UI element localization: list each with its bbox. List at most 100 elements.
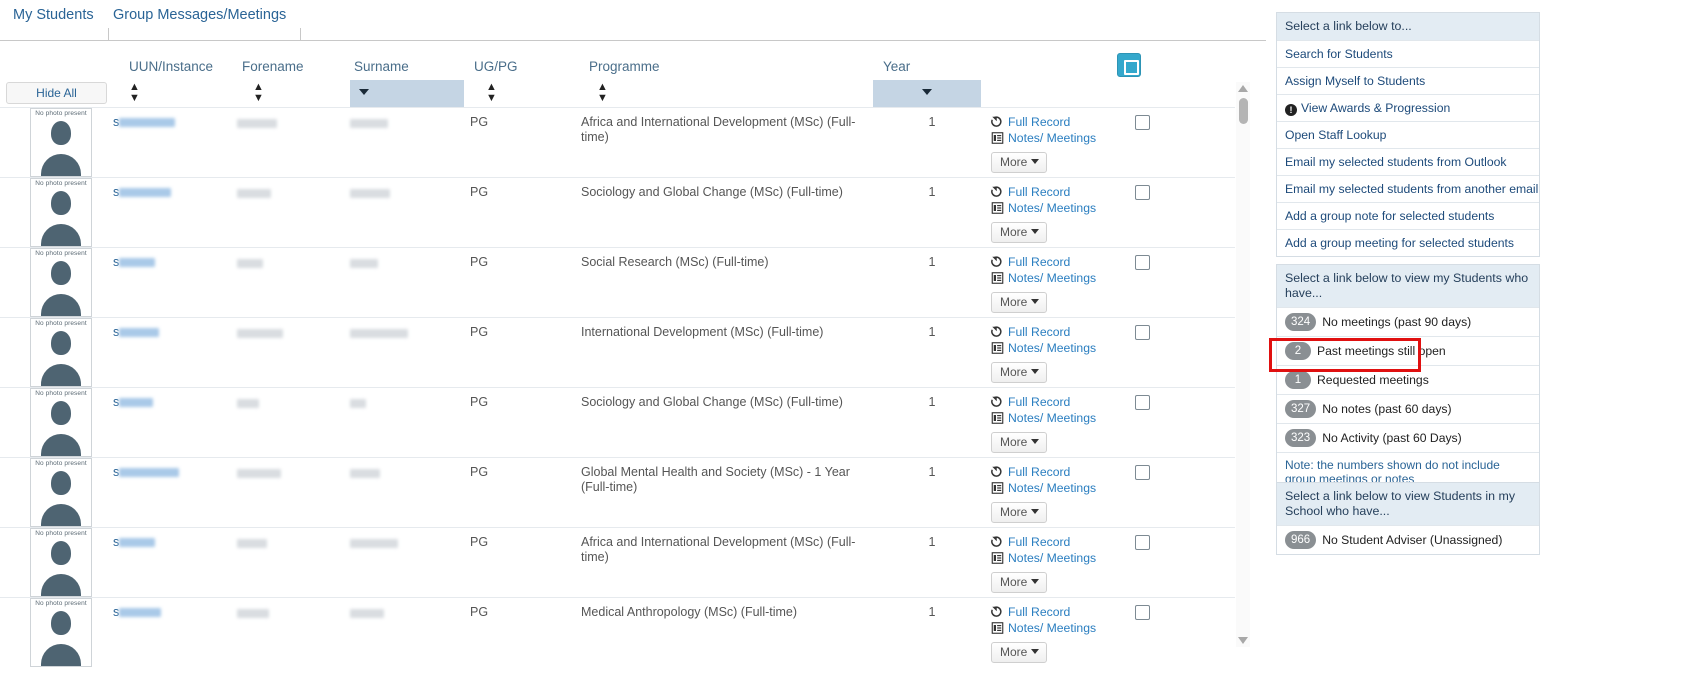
student-photo-cell: No photo present — [0, 527, 113, 598]
quick-link-item[interactable]: Add a group note for selected students — [1277, 202, 1539, 229]
student-photo-cell: No photo present — [0, 247, 113, 318]
table-row: No photo present s PG Sociology and Global … — [0, 387, 1235, 458]
filter-year-dropdown[interactable] — [873, 80, 981, 107]
cell-surname — [350, 107, 470, 178]
school-filter-item[interactable]: 966 No Student Adviser (Unassigned) — [1277, 525, 1539, 554]
tab-group-messages-meetings[interactable]: Group Messages/Meetings — [113, 7, 286, 23]
full-record-link[interactable]: Full Record — [991, 605, 1117, 620]
quick-link-item[interactable]: Open Staff Lookup — [1277, 121, 1539, 148]
cell-select — [1117, 387, 1235, 458]
students-table-container: UUN/Instance Forename Surname UG/PG Prog… — [0, 41, 1252, 697]
full-record-link[interactable]: Full Record — [991, 255, 1117, 270]
sort-ugpg-icon[interactable]: ▲ ▼ — [470, 80, 581, 104]
chevron-down-icon — [1031, 439, 1040, 444]
avatar-body — [41, 644, 81, 666]
cell-year: 1 — [873, 107, 991, 178]
student-filter-item[interactable]: 327 No notes (past 60 days) — [1277, 394, 1539, 423]
student-filter-item[interactable]: 2 Past meetings still open — [1277, 336, 1539, 365]
more-button[interactable]: More — [991, 362, 1048, 383]
sort-programme-icon[interactable]: ▲ ▼ — [581, 80, 873, 104]
cell-uun-instance[interactable]: s — [113, 247, 237, 318]
row-select-checkbox[interactable] — [1135, 255, 1150, 270]
notes-meetings-link[interactable]: Notes/ Meetings — [991, 621, 1117, 636]
more-button[interactable]: More — [991, 572, 1048, 593]
more-button[interactable]: More — [991, 292, 1048, 313]
hide-all-button[interactable]: Hide All — [6, 82, 107, 104]
avatar-head — [51, 471, 71, 495]
full-record-link[interactable]: Full Record — [991, 395, 1117, 410]
row-select-checkbox[interactable] — [1135, 115, 1150, 130]
more-button[interactable]: More — [991, 502, 1048, 523]
avatar: No photo present — [30, 388, 92, 457]
notes-meetings-link[interactable]: Notes/ Meetings — [991, 551, 1117, 566]
cell-forename — [237, 177, 350, 248]
more-button[interactable]: More — [991, 642, 1048, 663]
cell-actions: Full Record Notes/ Meetings More — [991, 317, 1117, 388]
notes-meetings-link[interactable]: Notes/ Meetings — [991, 481, 1117, 496]
tab-my-students[interactable]: My Students — [13, 7, 94, 23]
more-button[interactable]: More — [991, 432, 1048, 453]
sort-uun-cell: ▲ ▼ — [113, 80, 237, 108]
filter-surname-dropdown[interactable] — [350, 80, 464, 107]
notes-meetings-link[interactable]: Notes/ Meetings — [991, 341, 1117, 356]
cell-uun-instance[interactable]: s — [113, 457, 237, 528]
uun-redacted — [119, 328, 160, 338]
full-record-link[interactable]: Full Record — [991, 115, 1117, 130]
full-record-link[interactable]: Full Record — [991, 325, 1117, 340]
sort-ugpg-cell: ▲ ▼ — [470, 80, 581, 108]
row-select-checkbox[interactable] — [1135, 395, 1150, 410]
table-vertical-scrollbar[interactable] — [1236, 82, 1250, 647]
student-filter-item[interactable]: 323 No Activity (past 60 Days) — [1277, 423, 1539, 452]
row-select-checkbox[interactable] — [1135, 325, 1150, 340]
full-record-link[interactable]: Full Record — [991, 535, 1117, 550]
full-record-icon — [991, 396, 1002, 407]
full-record-link[interactable]: Full Record — [991, 185, 1117, 200]
student-photo-cell: No photo present — [0, 457, 113, 528]
scroll-up-arrow-icon[interactable] — [1238, 85, 1248, 92]
cell-uun-instance[interactable]: s — [113, 527, 237, 598]
row-select-checkbox[interactable] — [1135, 535, 1150, 550]
quick-link-item[interactable]: Assign Myself to Students — [1277, 67, 1539, 94]
cell-uun-instance[interactable]: s — [113, 387, 237, 458]
surname-redacted — [350, 119, 388, 129]
cell-select — [1117, 457, 1235, 528]
cell-select — [1117, 527, 1235, 598]
full-record-link[interactable]: Full Record — [991, 465, 1117, 480]
table-row: No photo present s PG Social Research (MSc)… — [0, 247, 1235, 318]
quick-link-item[interactable]: Search for Students — [1277, 40, 1539, 67]
status-badge: 323 — [1285, 429, 1317, 447]
notes-meetings-link[interactable]: Notes/ Meetings — [991, 201, 1117, 216]
sort-uun-icon[interactable]: ▲ ▼ — [113, 80, 237, 104]
tab-divider — [108, 28, 109, 40]
cell-programme: Sociology and Global Change (MSc) (Full-… — [581, 387, 873, 458]
more-button[interactable]: More — [991, 222, 1048, 243]
scrollbar-thumb[interactable] — [1239, 98, 1248, 124]
quick-link-item[interactable]: Email my selected students from another … — [1277, 175, 1539, 202]
cell-uun-instance[interactable]: s — [113, 317, 237, 388]
cell-uun-instance[interactable]: s — [113, 597, 237, 668]
cell-actions: Full Record Notes/ Meetings More — [991, 177, 1117, 248]
scroll-down-arrow-icon[interactable] — [1238, 637, 1248, 644]
avatar-body — [41, 434, 81, 456]
select-all-checkbox-button[interactable] — [1117, 53, 1141, 77]
cell-uun-instance[interactable]: s — [113, 177, 237, 248]
row-select-checkbox[interactable] — [1135, 465, 1150, 480]
quick-link-item[interactable]: ! View Awards & Progression — [1277, 94, 1539, 121]
sort-forename-icon[interactable]: ▲ ▼ — [237, 80, 350, 104]
table-header-row: UUN/Instance Forename Surname UG/PG Prog… — [0, 41, 1235, 80]
quick-link-item[interactable]: Email my selected students from Outlook — [1277, 148, 1539, 175]
more-button[interactable]: More — [991, 152, 1048, 173]
student-filter-item[interactable]: 1 Requested meetings — [1277, 365, 1539, 394]
quick-link-item[interactable]: Add a group meeting for selected student… — [1277, 229, 1539, 256]
cell-uun-instance[interactable]: s — [113, 107, 237, 178]
row-select-checkbox[interactable] — [1135, 185, 1150, 200]
cell-programme: Africa and International Development (MS… — [581, 107, 873, 178]
student-filter-item[interactable]: 324 No meetings (past 90 days) — [1277, 307, 1539, 336]
cell-year: 1 — [873, 597, 991, 668]
header-surname: Surname — [354, 59, 409, 74]
row-select-checkbox[interactable] — [1135, 605, 1150, 620]
notes-meetings-link[interactable]: Notes/ Meetings — [991, 131, 1117, 146]
notes-meetings-link[interactable]: Notes/ Meetings — [991, 411, 1117, 426]
notes-meetings-link[interactable]: Notes/ Meetings — [991, 271, 1117, 286]
surname-redacted — [350, 189, 390, 199]
